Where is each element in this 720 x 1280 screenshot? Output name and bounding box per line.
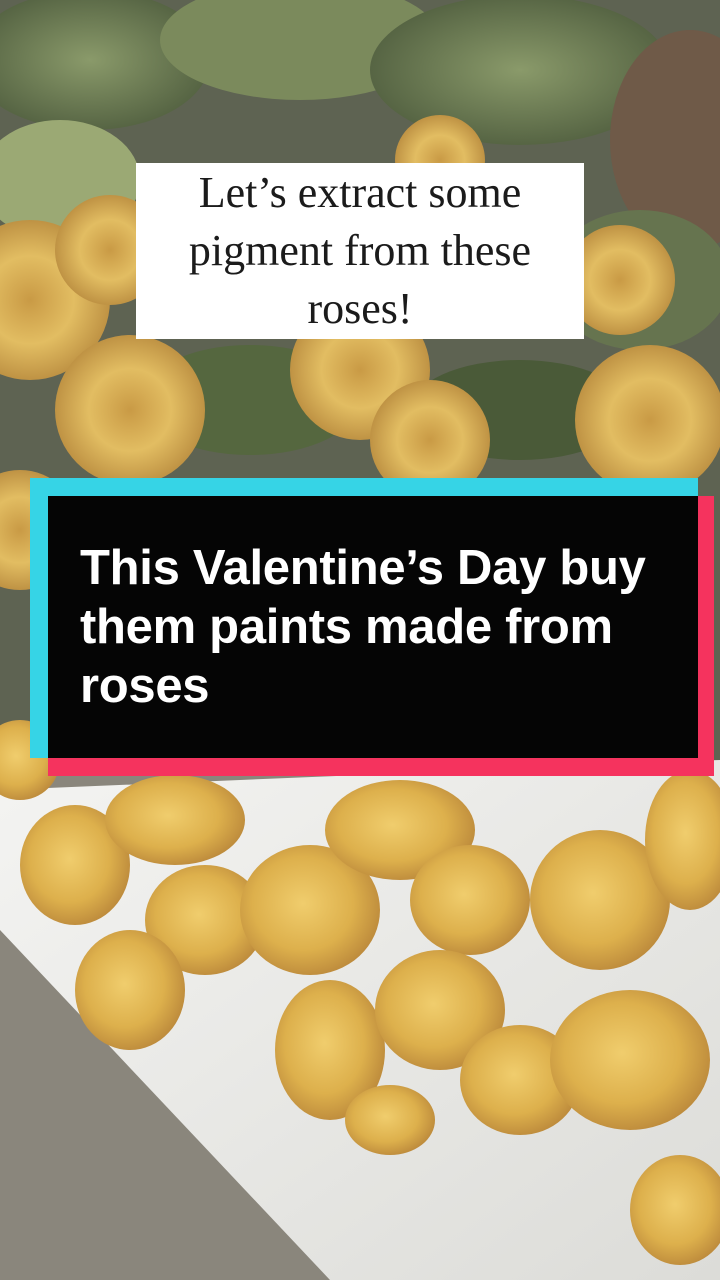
caption-top-text: Let’s extract some pigment from these ro…: [188, 168, 532, 333]
caption-box-top: Let’s extract some pigment from these ro…: [136, 163, 584, 339]
banner-main: This Valentine’s Day buy them paints mad…: [48, 496, 698, 758]
caption-banner-text: This Valentine’s Day buy them paints mad…: [80, 540, 646, 713]
caption-banner: This Valentine’s Day buy them paints mad…: [30, 478, 714, 778]
